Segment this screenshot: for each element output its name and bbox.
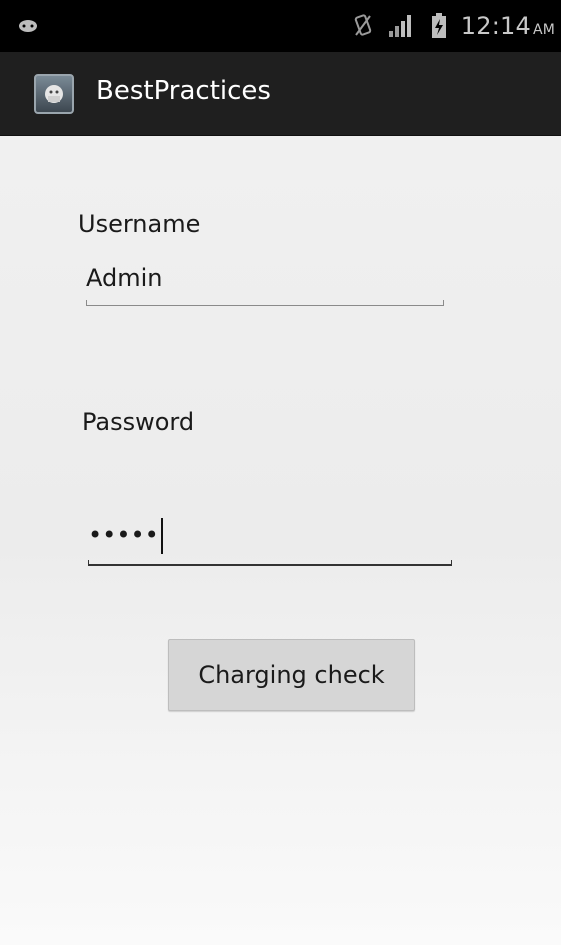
clock-time: 12:14 [460,12,531,40]
password-field-underline [88,560,452,566]
charging-check-button[interactable]: Charging check [168,639,415,711]
signal-icon [388,15,411,37]
vibrate-icon [354,14,371,36]
username-field[interactable]: Admin [86,264,163,292]
password-label: Password [82,408,195,436]
clock-ampm: AM [532,22,555,38]
login-form: Username Admin Password ••••• Charging c… [0,136,561,945]
username-field-underline [86,300,444,306]
battery-charging-icon [431,13,446,38]
app-title: BestPractices [96,76,271,106]
text-cursor [160,518,163,554]
android-robot-icon [45,85,63,103]
password-field[interactable]: ••••• [88,518,163,554]
clock: 12:14 AM [461,12,555,40]
app-launcher-icon[interactable] [34,74,74,114]
android-debug-icon [19,20,37,32]
action-bar: BestPractices [0,52,561,136]
status-bar: 12:14 AM [0,0,561,52]
status-icons: 12:14 AM [353,10,555,42]
username-label: Username [78,210,201,238]
password-value: ••••• [88,521,159,549]
